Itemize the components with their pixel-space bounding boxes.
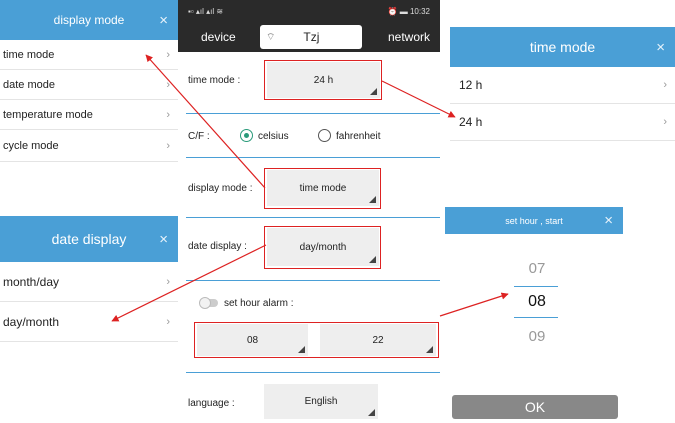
list-item-label: 12 h xyxy=(459,78,483,92)
highlight-box xyxy=(194,322,439,358)
chevron-right-icon: › xyxy=(166,48,170,61)
celsius-label: celsius xyxy=(258,131,289,142)
list-item-day-month[interactable]: day/month › xyxy=(0,302,178,342)
current-device-label: Tzj xyxy=(303,30,320,44)
language-label: language : xyxy=(188,398,235,409)
close-icon[interactable]: × xyxy=(604,212,613,229)
set-hour-header: set hour , start × xyxy=(445,207,623,234)
time-mode-label: time mode : xyxy=(188,75,241,86)
picker-line-bottom xyxy=(514,317,558,318)
list-item-cycle-mode[interactable]: cycle mode › xyxy=(0,130,178,162)
status-bar: ▪▫ ▴ıl ▴ıl ≋ ⏰ ▬ 10:32 xyxy=(178,0,440,22)
top-nav: device ⌔ Tzj network xyxy=(178,22,440,52)
chevron-right-icon: › xyxy=(166,315,170,328)
tab-device[interactable]: device xyxy=(201,30,236,44)
list-item-date-mode[interactable]: date mode › xyxy=(0,70,178,100)
time-mode-title: time mode xyxy=(529,39,596,55)
toggle-knob xyxy=(199,297,211,309)
list-item-time-mode[interactable]: time mode › xyxy=(0,40,178,70)
date-display-title: date display xyxy=(51,231,127,247)
chevron-right-icon: › xyxy=(166,108,170,121)
picker-value-selected[interactable]: 08 xyxy=(512,293,562,311)
radio-fahrenheit[interactable] xyxy=(318,129,331,142)
list-item-24h[interactable]: 24 h › xyxy=(450,104,675,141)
cf-label: C/F : xyxy=(188,131,210,142)
language-value: English xyxy=(304,396,338,407)
divider xyxy=(186,280,440,281)
date-display-header: date display × xyxy=(0,216,178,262)
list-item-label: date mode xyxy=(3,78,55,91)
picker-line-top xyxy=(514,286,558,287)
close-icon[interactable]: × xyxy=(159,12,168,29)
radio-celsius[interactable] xyxy=(240,129,253,142)
date-display-label: date display : xyxy=(188,241,247,252)
display-mode-label: display mode : xyxy=(188,183,253,194)
alarm-icon: ⏰ xyxy=(387,6,398,16)
ok-button[interactable]: OK xyxy=(452,395,618,419)
list-item-label: cycle mode xyxy=(3,139,59,152)
signal-icon: ▪▫ ▴ıl ▴ıl ≋ xyxy=(188,6,224,16)
divider xyxy=(186,113,440,114)
tab-current-device[interactable]: ⌔ Tzj xyxy=(260,25,362,49)
divider xyxy=(186,372,440,373)
fahrenheit-label: fahrenheit xyxy=(336,131,381,142)
list-item-12h[interactable]: 12 h › xyxy=(450,67,675,104)
highlight-box xyxy=(264,226,381,269)
language-select[interactable]: English xyxy=(264,384,378,419)
chevron-right-icon: › xyxy=(663,79,667,91)
chevron-right-icon: › xyxy=(166,139,170,152)
list-item-label: month/day xyxy=(3,274,60,289)
wifi-icon: ⌔ xyxy=(266,31,276,43)
divider xyxy=(186,157,440,158)
chevron-right-icon: › xyxy=(663,116,667,128)
list-item-label: temperature mode xyxy=(3,108,93,121)
divider xyxy=(186,217,440,218)
chevron-right-icon: › xyxy=(166,78,170,91)
battery-icon: ▬ xyxy=(399,6,408,16)
ok-button-label: OK xyxy=(524,399,546,415)
highlight-box xyxy=(264,168,381,209)
close-icon[interactable]: × xyxy=(656,39,665,56)
dropdown-corner-icon xyxy=(368,409,375,416)
arrow-alarm-to-picker xyxy=(439,292,509,317)
time-mode-header: time mode × xyxy=(450,27,675,67)
close-icon[interactable]: × xyxy=(159,231,168,248)
list-item-label: 24 h xyxy=(459,115,483,129)
display-mode-title: display mode xyxy=(53,13,125,27)
list-item-label: time mode xyxy=(3,48,55,61)
hour-alarm-label: set hour alarm : xyxy=(224,298,294,309)
picker-value-next[interactable]: 09 xyxy=(512,328,562,345)
highlight-box xyxy=(264,60,382,100)
picker-value-prev[interactable]: 07 xyxy=(512,260,562,277)
set-hour-title: set hour , start xyxy=(505,215,563,226)
list-item-temperature-mode[interactable]: temperature mode › xyxy=(0,100,178,130)
list-item-month-day[interactable]: month/day › xyxy=(0,262,178,302)
device-settings-screen: ▪▫ ▴ıl ▴ıl ≋ ⏰ ▬ 10:32 device ⌔ Tzj netw… xyxy=(178,0,440,423)
display-mode-header: display mode × xyxy=(0,0,178,40)
tab-network[interactable]: network xyxy=(388,30,430,44)
clock-text: 10:32 xyxy=(409,6,430,16)
chevron-right-icon: › xyxy=(166,275,170,288)
hour-alarm-toggle[interactable] xyxy=(199,297,218,309)
list-item-label: day/month xyxy=(3,314,60,329)
status-time: ⏰ ▬ 10:32 xyxy=(388,7,430,16)
